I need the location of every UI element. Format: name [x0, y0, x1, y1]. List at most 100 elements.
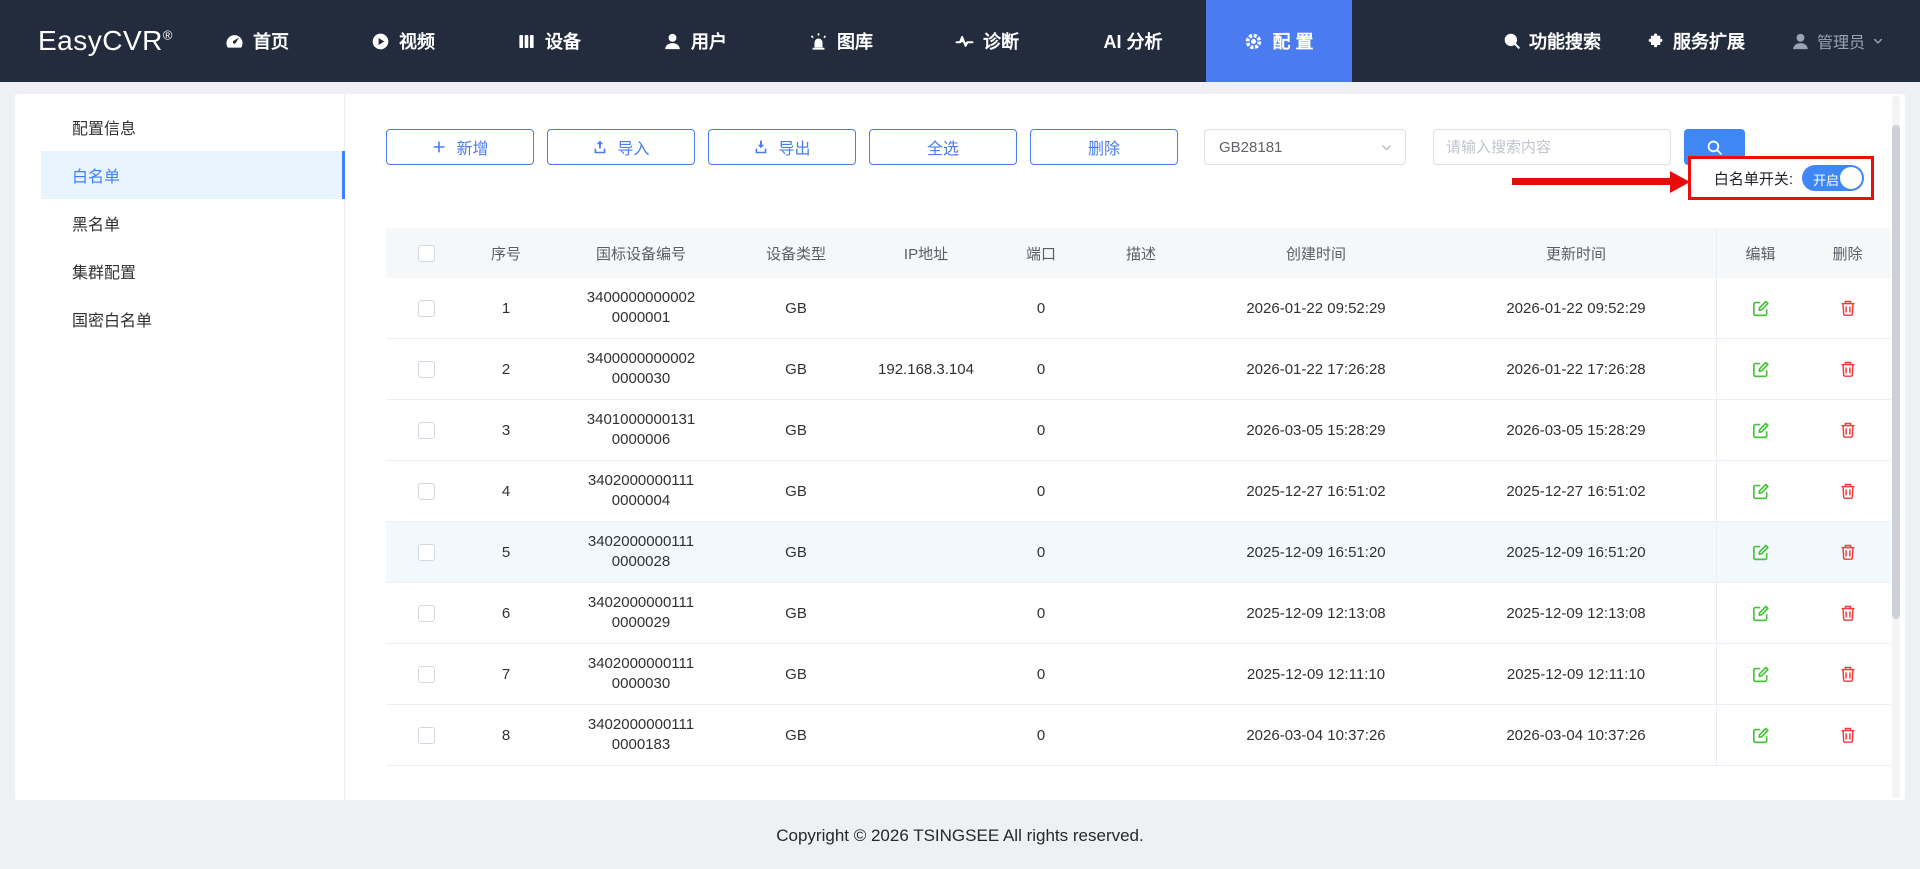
cell-index: 1: [501, 299, 511, 317]
device-id-line1: 3402000000111: [587, 716, 695, 733]
sidebar-item-4[interactable]: 国密白名单: [41, 295, 345, 343]
sidebar-item-2[interactable]: 黑名单: [41, 199, 345, 247]
config-sidebar: 配置信息白名单 黑名单集群配置国密白名单: [15, 94, 345, 800]
row-checkbox[interactable]: [417, 665, 435, 683]
cell-index: 5: [501, 543, 511, 561]
sidebar-item-1[interactable]: 白名单: [41, 151, 345, 199]
select-all-checkbox[interactable]: [417, 244, 435, 262]
config-icon: [1244, 32, 1263, 51]
nav-item-config[interactable]: 配 置: [1206, 0, 1352, 82]
device-id-line1: 3402000000111: [587, 594, 695, 611]
trash-icon[interactable]: [1839, 482, 1857, 500]
row-checkbox[interactable]: [417, 360, 435, 378]
cell-desc: [1086, 461, 1196, 521]
sidebar-item-label: 集群配置: [72, 265, 137, 282]
edit-icon[interactable]: [1751, 543, 1770, 562]
search-input[interactable]: [1433, 129, 1671, 165]
delete-button[interactable]: 删除: [1030, 129, 1178, 165]
cell-created: 2025-12-09 16:51:20: [1246, 543, 1386, 561]
cell-ip: 192.168.3.104: [878, 360, 974, 378]
device-id-line2: 0000006: [611, 431, 671, 448]
device-id-line2: 0000001: [611, 309, 671, 326]
cell-index: 8: [501, 726, 511, 744]
import-button[interactable]: 导入: [547, 129, 695, 165]
table-row: 3 3401000000131 0000006 GB 0 2026-03-05 15:28…: [386, 400, 1891, 461]
add-button[interactable]: 新增: [386, 129, 534, 165]
nav-item-label: 用户: [691, 32, 727, 52]
edit-icon[interactable]: [1751, 726, 1770, 745]
nav-item-ai-analysis[interactable]: AI 分析: [1060, 0, 1206, 82]
nav-item-user[interactable]: 用户: [622, 0, 768, 82]
nav-item-diagnosis[interactable]: 诊断: [914, 0, 1060, 82]
edit-icon[interactable]: [1751, 360, 1770, 379]
header-cell-2: 国标设备编号: [595, 245, 686, 263]
row-checkbox[interactable]: [417, 421, 435, 439]
nav-link-feature-search[interactable]: 功能搜索: [1503, 28, 1601, 54]
user-icon: [663, 32, 682, 51]
sidebar-item-0[interactable]: 配置信息: [41, 103, 345, 151]
cell-delete: [1804, 278, 1891, 338]
nav-item-home[interactable]: 首页: [184, 0, 330, 82]
row-select-cell: [386, 400, 466, 460]
table-row: 5 3402000000111 0000028 GB 0 2025-12-09 16:51…: [386, 522, 1891, 583]
cell-edit: [1716, 644, 1804, 704]
device-id-line1: 3400000000002: [586, 289, 696, 306]
row-checkbox[interactable]: [417, 482, 435, 500]
nav-item-label: 配 置: [1272, 32, 1314, 52]
table-row: 6 3402000000111 0000029 GB 0 2025-12-09 12:13…: [386, 583, 1891, 644]
device-id-line1: 3402000000111: [587, 533, 695, 550]
device-id-line2: 0000004: [611, 492, 671, 509]
sidebar-item-label: 配置信息: [72, 121, 137, 138]
nav-link-service-extend[interactable]: 服务扩展: [1647, 28, 1745, 54]
cell-ip: [856, 583, 996, 643]
trash-icon[interactable]: [1839, 299, 1857, 317]
trash-icon[interactable]: [1839, 360, 1857, 378]
export-button[interactable]: 导出: [708, 129, 856, 165]
content-area: 新增导入导出全选删除 GB28181 白名单开关: 开启 序号国标设备编号设备类…: [345, 94, 1905, 800]
nav-item-label: 设备: [545, 32, 581, 52]
table-row: 7 3402000000111 0000030 GB 0 2025-12-09 12:11…: [386, 644, 1891, 705]
puzzle-icon: [1647, 32, 1665, 50]
edit-icon[interactable]: [1751, 299, 1770, 318]
trash-icon[interactable]: [1839, 543, 1857, 561]
trash-icon[interactable]: [1839, 726, 1857, 744]
select-all-button[interactable]: 全选: [869, 129, 1017, 165]
protocol-select[interactable]: GB28181: [1204, 129, 1406, 165]
row-checkbox[interactable]: [417, 604, 435, 622]
cell-port: 0: [1036, 299, 1046, 317]
scrollbar-thumb[interactable]: [1892, 125, 1900, 619]
user-menu[interactable]: 管理员: [1791, 29, 1884, 53]
cell-desc: [1086, 339, 1196, 399]
cell-device-type: GB: [785, 360, 807, 378]
video-icon: [371, 32, 390, 51]
nav-item-device[interactable]: 设备: [476, 0, 622, 82]
trash-icon[interactable]: [1839, 421, 1857, 439]
edit-icon[interactable]: [1751, 604, 1770, 623]
row-checkbox[interactable]: [417, 726, 435, 744]
whitelist-toggle[interactable]: 开启: [1802, 165, 1864, 191]
row-checkbox[interactable]: [417, 299, 435, 317]
cell-edit: [1716, 339, 1804, 399]
row-checkbox[interactable]: [417, 543, 435, 561]
nav-item-video[interactable]: 视频: [330, 0, 476, 82]
device-id-line1: 3402000000111: [587, 472, 695, 489]
app-logo[interactable]: EasyCVR®: [38, 25, 184, 57]
cell-port: 0: [1036, 726, 1046, 744]
edit-icon[interactable]: [1751, 482, 1770, 501]
sidebar-item-3[interactable]: 集群配置: [41, 247, 345, 295]
trash-icon[interactable]: [1839, 665, 1857, 683]
table-body: 1 3400000000002 0000001 GB 0 2026-01-22 09:52…: [386, 278, 1891, 766]
search-icon: [1503, 32, 1521, 50]
cell-index: 2: [501, 360, 511, 378]
cell-index: 3: [501, 421, 511, 439]
header-cell-9: 编辑: [1716, 228, 1804, 278]
cell-created: 2025-12-09 12:13:08: [1246, 604, 1386, 622]
trash-icon[interactable]: [1839, 604, 1857, 622]
edit-icon[interactable]: [1751, 421, 1770, 440]
cell-device-id: 3402000000111 0000183: [546, 705, 736, 765]
nav-link-label: 功能搜索: [1528, 32, 1601, 52]
cell-device-id: 3400000000002 0000001: [546, 278, 736, 338]
nav-item-gallery[interactable]: 图库: [768, 0, 914, 82]
row-select-cell: [386, 461, 466, 521]
edit-icon[interactable]: [1751, 665, 1770, 684]
